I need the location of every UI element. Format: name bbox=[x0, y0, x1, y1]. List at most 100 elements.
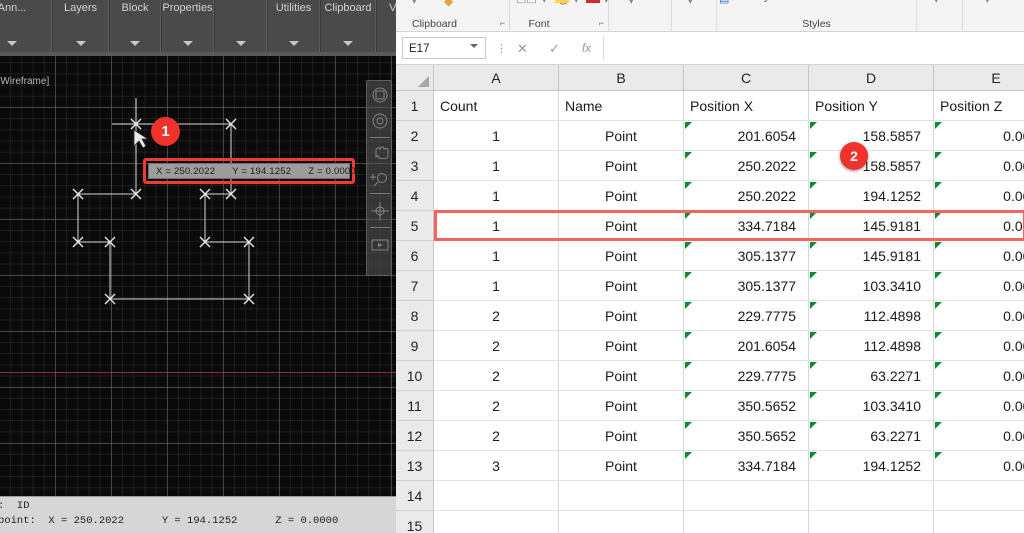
dialog-launcher-icon[interactable]: ⌐ bbox=[599, 18, 604, 28]
row-header[interactable]: 14 bbox=[396, 481, 434, 511]
chevron-down-icon[interactable] bbox=[343, 41, 353, 46]
insert-function-button[interactable]: fx bbox=[573, 39, 600, 58]
table-cell-empty[interactable] bbox=[809, 511, 934, 533]
ribbon-panel-layers[interactable]: Layers bbox=[52, 0, 109, 52]
header-cell[interactable]: Position Y bbox=[809, 91, 934, 121]
row-header[interactable]: 2 bbox=[396, 121, 434, 151]
column-header-e[interactable]: E bbox=[934, 65, 1024, 91]
row-header[interactable]: 9 bbox=[396, 331, 434, 361]
viewcube-icon[interactable] bbox=[370, 85, 390, 105]
ribbon-panel-block[interactable]: Block bbox=[109, 0, 161, 52]
header-cell[interactable]: Position X bbox=[684, 91, 809, 121]
table-cell[interactable]: 2 bbox=[434, 361, 559, 391]
table-cell[interactable]: 0.0000 bbox=[934, 241, 1024, 271]
drawing-viewport[interactable]: [2D Wireframe] bbox=[0, 56, 396, 496]
ribbon-panel-annotation[interactable]: Ann... bbox=[0, 0, 52, 52]
table-cell-empty[interactable] bbox=[684, 511, 809, 533]
table-cell[interactable]: 0.0000 bbox=[934, 271, 1024, 301]
table-cell-empty[interactable] bbox=[434, 481, 559, 511]
table-cell[interactable]: 2 bbox=[434, 391, 559, 421]
table-cell-empty[interactable] bbox=[559, 511, 684, 533]
table-cell-empty[interactable] bbox=[559, 481, 684, 511]
table-cell[interactable]: 194.1252 bbox=[809, 181, 934, 211]
table-cell[interactable]: 112.4898 bbox=[809, 301, 934, 331]
table-cell[interactable]: 63.2271 bbox=[809, 361, 934, 391]
table-cell[interactable]: 0.0000 bbox=[934, 361, 1024, 391]
fill-color-swatch[interactable] bbox=[555, 0, 569, 3]
ribbon-panel-view[interactable]: View bbox=[376, 0, 396, 52]
table-cell[interactable]: 1 bbox=[434, 271, 559, 301]
row-header[interactable]: 11 bbox=[396, 391, 434, 421]
table-cell[interactable]: 1 bbox=[434, 181, 559, 211]
chevron-down-icon[interactable] bbox=[7, 41, 17, 46]
font-color-swatch[interactable] bbox=[586, 0, 600, 3]
table-cell[interactable]: 1 bbox=[434, 121, 559, 151]
cell-styles-icon[interactable]: ▤ bbox=[719, 0, 729, 5]
ribbon-group-font[interactable]: ▭▭ ▾ ◡ ▾ A ▾ Font ⌐ bbox=[510, 0, 609, 32]
table-cell[interactable]: 350.5652 bbox=[684, 421, 809, 451]
number-dropdown-icon[interactable]: ▾ bbox=[688, 0, 693, 7]
chevron-down-icon[interactable] bbox=[75, 41, 86, 46]
table-cell[interactable]: 145.9181 bbox=[809, 211, 934, 241]
table-cell[interactable]: Point bbox=[559, 361, 684, 391]
ribbon-panel-clipboard[interactable]: Clipboard bbox=[320, 0, 376, 52]
chevron-down-icon[interactable] bbox=[130, 41, 140, 46]
table-cell[interactable]: Point bbox=[559, 211, 684, 241]
table-cell[interactable]: 229.7775 bbox=[684, 301, 809, 331]
table-cell[interactable]: 0.0000 bbox=[934, 331, 1024, 361]
orbit-icon[interactable] bbox=[370, 201, 390, 221]
name-box[interactable]: E17 bbox=[402, 37, 486, 59]
formula-bar-grip[interactable]: ⋮ bbox=[496, 42, 507, 55]
table-cell-empty[interactable] bbox=[434, 511, 559, 533]
navigation-bar[interactable] bbox=[366, 80, 392, 276]
format-painter-icon[interactable]: ◆ bbox=[444, 0, 453, 8]
header-cell[interactable]: Position Z bbox=[934, 91, 1024, 121]
table-cell[interactable]: Point bbox=[559, 331, 684, 361]
table-cell[interactable]: Point bbox=[559, 271, 684, 301]
table-cell[interactable]: 2 bbox=[434, 301, 559, 331]
select-all-corner[interactable] bbox=[396, 65, 434, 91]
table-cell[interactable]: 334.7184 bbox=[684, 211, 809, 241]
header-cell[interactable]: Count bbox=[434, 91, 559, 121]
table-cell[interactable]: Point bbox=[559, 151, 684, 181]
table-cell[interactable]: Point bbox=[559, 241, 684, 271]
spreadsheet-grid[interactable]: A B C D E 1 2 3 4 5 6 7 8 9 10 11 12 13 … bbox=[396, 65, 1024, 533]
ribbon-panel-groups[interactable] bbox=[214, 0, 267, 52]
row-header[interactable]: 6 bbox=[396, 241, 434, 271]
steering-wheel-icon[interactable] bbox=[370, 111, 390, 131]
row-header[interactable]: 3 bbox=[396, 151, 434, 181]
formula-input[interactable] bbox=[603, 37, 1021, 59]
table-cell[interactable]: Point bbox=[559, 181, 684, 211]
paste-dropdown-icon[interactable]: ▾ bbox=[412, 0, 417, 7]
table-cell[interactable]: 0.0000 bbox=[934, 211, 1024, 241]
table-cell-empty[interactable] bbox=[684, 481, 809, 511]
table-cell[interactable]: 0.0000 bbox=[934, 391, 1024, 421]
table-cell[interactable]: 3 bbox=[434, 451, 559, 481]
table-cell[interactable]: 229.7775 bbox=[684, 361, 809, 391]
chevron-down-icon[interactable] bbox=[235, 41, 246, 46]
table-cell[interactable]: 334.7184 bbox=[684, 451, 809, 481]
table-cell[interactable]: 158.5857 bbox=[809, 151, 934, 181]
ribbon-group-alignment[interactable]: ▾ bbox=[609, 0, 672, 32]
ribbon-group-editing[interactable]: ▾ bbox=[963, 0, 1024, 32]
table-cell[interactable]: 0.0000 bbox=[934, 451, 1024, 481]
pan-hand-icon[interactable] bbox=[370, 143, 390, 163]
command-line[interactable]: : ID point: X = 250.2022 Y = 194.1252 Z … bbox=[0, 496, 396, 533]
row-header[interactable]: 5 bbox=[396, 211, 434, 241]
table-cell[interactable]: Point bbox=[559, 121, 684, 151]
table-cell[interactable]: 305.1377 bbox=[684, 271, 809, 301]
table-cell[interactable]: 250.2022 bbox=[684, 151, 809, 181]
merge-cells-icon[interactable]: ▭▭ bbox=[516, 0, 537, 7]
table-cell-empty[interactable] bbox=[809, 481, 934, 511]
row-header[interactable]: 1 bbox=[396, 91, 434, 121]
table-cell[interactable]: 1 bbox=[434, 151, 559, 181]
table-cell[interactable]: Point bbox=[559, 391, 684, 421]
table-cell[interactable]: 201.6054 bbox=[684, 121, 809, 151]
ribbon-group-cells[interactable]: ▾ bbox=[917, 0, 963, 32]
table-cell[interactable]: 158.5857 bbox=[809, 121, 934, 151]
row-header[interactable]: 8 bbox=[396, 301, 434, 331]
chevron-down-icon[interactable] bbox=[288, 41, 299, 46]
zoom-magnifier-icon[interactable] bbox=[370, 169, 390, 189]
table-cell[interactable]: Point bbox=[559, 451, 684, 481]
row-header[interactable]: 4 bbox=[396, 181, 434, 211]
